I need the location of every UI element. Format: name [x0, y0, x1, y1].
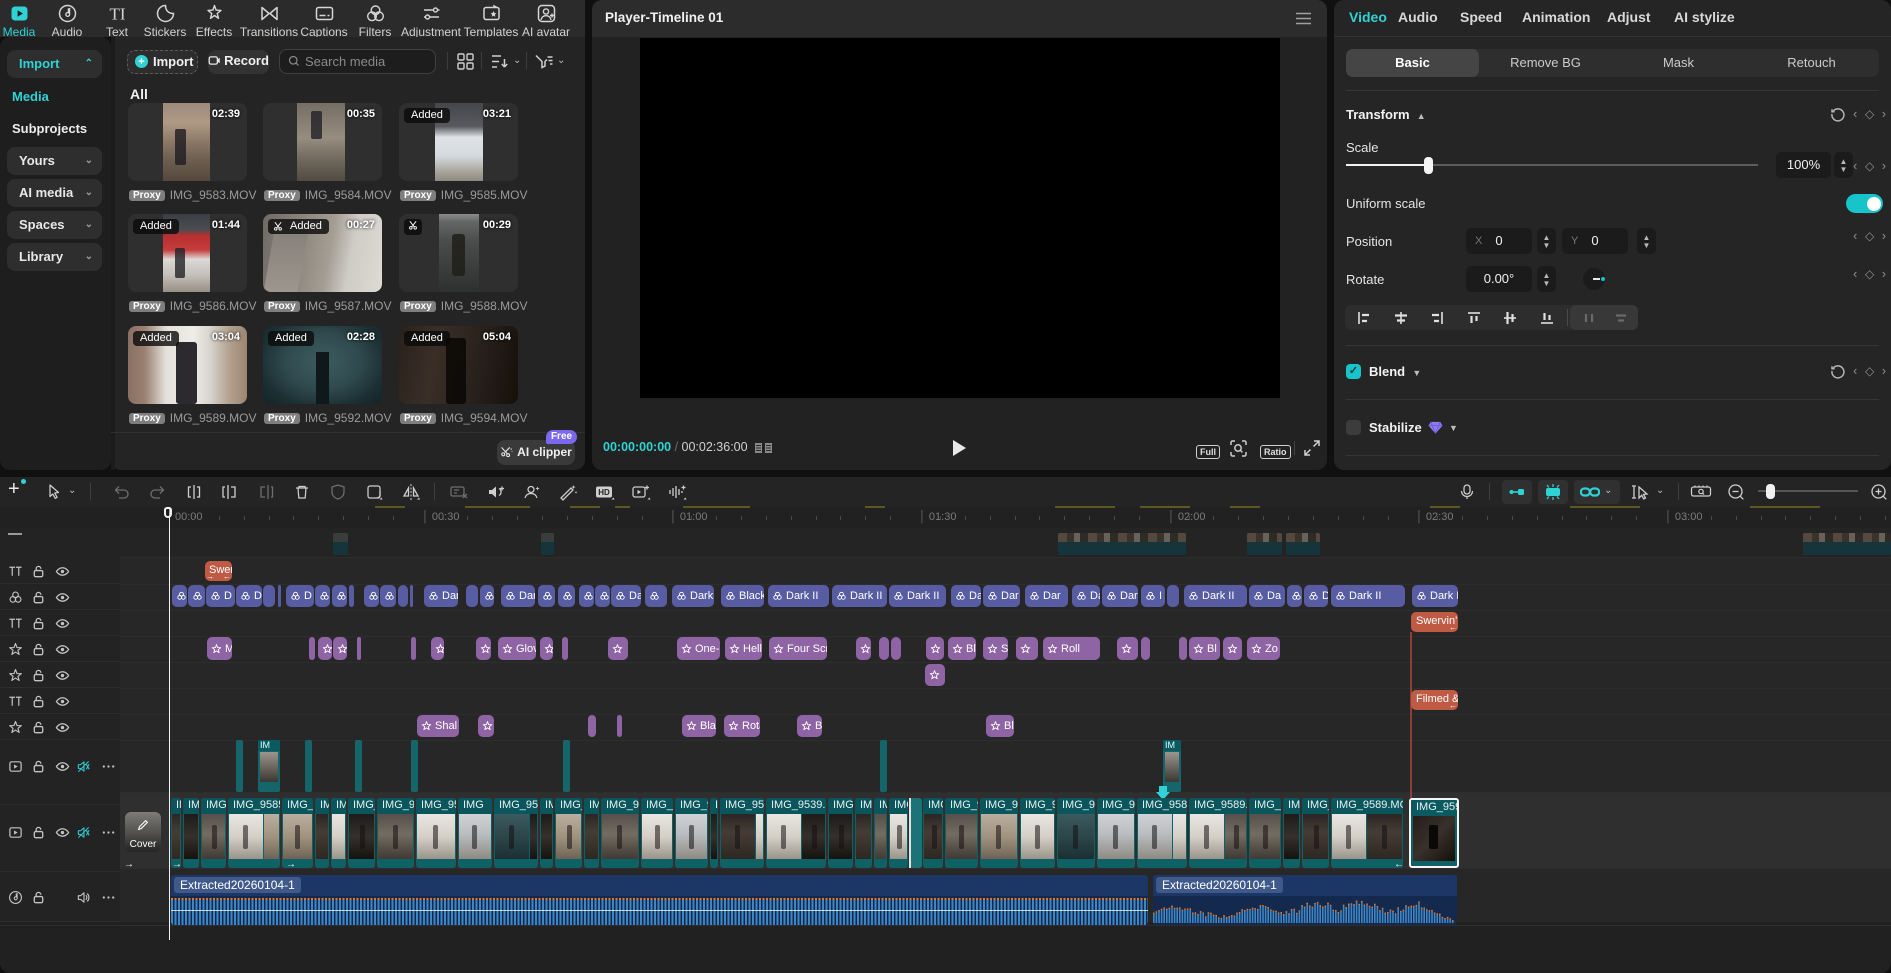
svg-text:HD: HD: [598, 488, 610, 497]
svg-text:TI: TI: [109, 5, 125, 24]
